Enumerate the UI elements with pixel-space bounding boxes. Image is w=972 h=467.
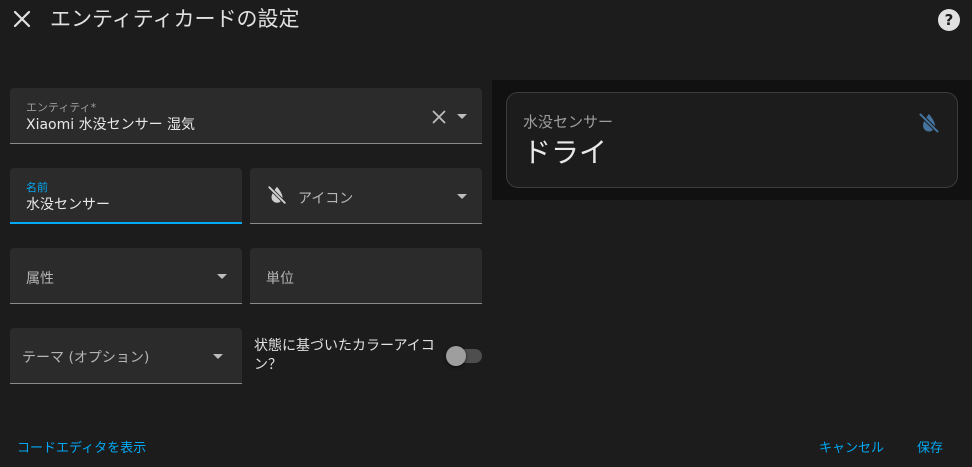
- icon-picker[interactable]: アイコン: [250, 168, 482, 224]
- chevron-down-icon[interactable]: [457, 114, 467, 119]
- close-icon: [13, 10, 31, 28]
- save-button[interactable]: 保存: [917, 437, 943, 456]
- close-button[interactable]: [8, 5, 36, 33]
- help-button[interactable]: ?: [938, 9, 960, 31]
- name-label: 名前: [26, 181, 48, 194]
- entity-picker[interactable]: エンティティ* Xiaomi 水没センサー 湿気: [10, 88, 482, 144]
- unit-field[interactable]: 単位: [250, 248, 482, 304]
- state-color-label: 状態に基づいたカラーアイコン？: [254, 338, 435, 373]
- icon-placeholder: アイコン: [298, 191, 354, 207]
- help-circle-icon: ?: [944, 11, 954, 29]
- clear-icon[interactable]: [432, 110, 446, 124]
- chevron-down-icon[interactable]: [213, 354, 223, 359]
- theme-placeholder: テーマ (オプション): [22, 350, 150, 366]
- water-off-icon: [918, 112, 940, 134]
- state-color-toggle[interactable]: [446, 346, 482, 366]
- chevron-down-icon[interactable]: [457, 194, 467, 199]
- entity-card-preview[interactable]: 水没センサー ドライ: [506, 92, 958, 188]
- show-code-editor-button[interactable]: コードエディタを表示: [17, 437, 146, 456]
- water-off-icon: [267, 185, 287, 205]
- theme-select[interactable]: テーマ (オプション): [10, 328, 242, 384]
- unit-placeholder: 単位: [266, 271, 294, 287]
- dialog-header: エンティティカードの設定 ?: [0, 0, 972, 40]
- chevron-down-icon[interactable]: [217, 274, 227, 279]
- card-name: 水没センサー: [523, 113, 614, 131]
- entity-label: エンティティ*: [26, 101, 97, 114]
- toggle-thumb[interactable]: [446, 346, 466, 366]
- name-field[interactable]: 名前 水没センサー: [10, 168, 242, 224]
- attribute-select[interactable]: 属性: [10, 248, 242, 304]
- cancel-button[interactable]: キャンセル: [819, 437, 884, 456]
- name-value: 水没センサー: [26, 197, 110, 213]
- dialog-title: エンティティカードの設定: [50, 7, 300, 31]
- entity-value: Xiaomi 水没センサー 湿気: [26, 117, 196, 133]
- attribute-placeholder: 属性: [26, 271, 54, 287]
- card-state: ドライ: [523, 136, 608, 169]
